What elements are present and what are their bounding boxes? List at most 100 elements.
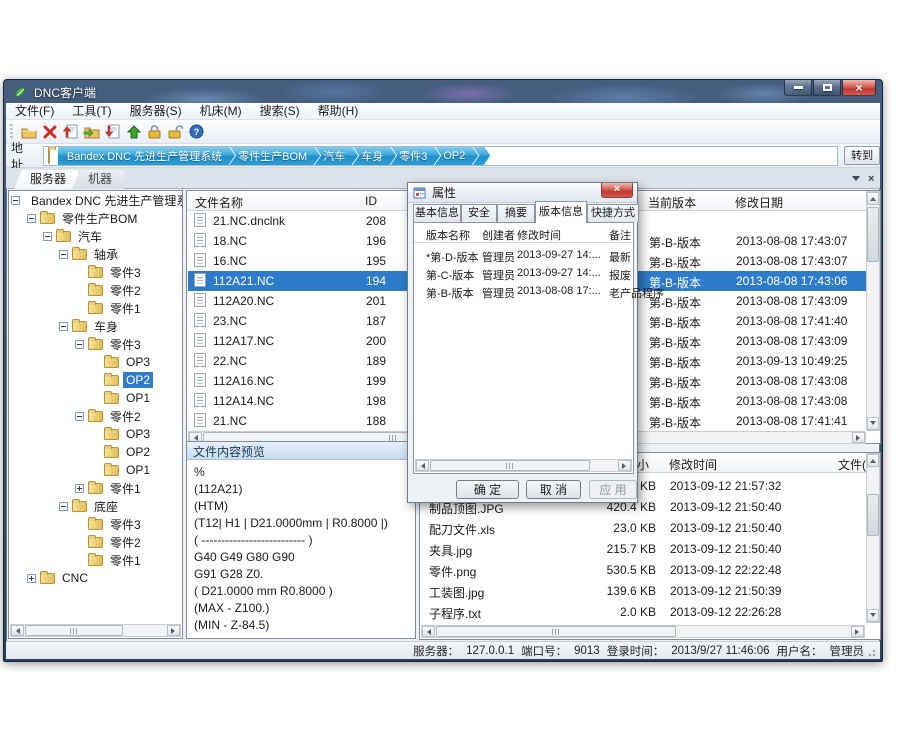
chevron-down-icon[interactable] [852,176,860,187]
dialog-hscrollbar[interactable] [415,459,632,472]
help-button[interactable]: ? [186,122,207,142]
tree-item[interactable]: OP3 [9,353,182,371]
menu-help[interactable]: 帮助(H) [309,103,368,120]
breadcrumb-op2[interactable]: OP2 [434,146,478,166]
breadcrumb-root[interactable]: Bandex DNC 先进生产管理系统 [58,146,235,166]
close-button[interactable]: × [842,80,876,96]
tab-server[interactable]: 服务器 [14,170,78,189]
breadcrumb-bom[interactable]: 零件生产BOM [229,146,320,166]
tree-item-base[interactable]: 底座 [9,497,182,515]
minimize-button[interactable] [784,80,812,96]
address-field[interactable]: Bandex DNC 先进生产管理系统 零件生产BOM 汽车 车身 零件3 OP… [43,146,838,166]
tree-item-bom[interactable]: 零件生产BOM [9,209,182,227]
tree-item-op2-selected[interactable]: OP2 [9,371,182,389]
tree-item[interactable]: OP3 [9,425,182,443]
scroll-left-icon[interactable] [11,625,24,636]
dialog-close-button[interactable]: × [601,183,633,198]
attachment-hscrollbar[interactable] [421,625,865,638]
scroll-right-icon[interactable] [852,432,865,443]
scroll-left-icon[interactable] [422,626,435,637]
scroll-down-icon[interactable] [867,609,879,622]
menu-file[interactable]: 文件(F) [6,103,63,120]
send-up-button[interactable] [123,122,144,142]
tree-item-carbody[interactable]: 车身 [9,317,182,335]
scroll-up-icon[interactable] [867,192,879,205]
upload-file-button[interactable] [60,122,81,142]
scroll-thumb[interactable] [436,626,676,637]
column-id[interactable]: ID [365,194,377,208]
tree-item[interactable]: 零件3 [9,263,182,281]
scroll-left-icon[interactable] [416,460,429,471]
attachment-row[interactable]: 夹具.jpg215.7 KB2013-09-12 21:50:40 [421,539,865,560]
tree-item-bearing[interactable]: 轴承 [9,245,182,263]
tabstrip-close-icon[interactable]: × [868,174,874,184]
tree-item[interactable]: 零件1 [9,479,182,497]
column-creator[interactable]: 创建者 [482,227,515,243]
attachment-row[interactable]: 零件.png530.5 KB2013-09-12 22:22:48 [421,560,865,581]
menu-tools[interactable]: 工具(T) [63,103,120,120]
tree-item[interactable]: OP2 [9,443,182,461]
menu-server[interactable]: 服务器(S) [121,103,191,120]
resize-grip[interactable] [868,647,878,657]
tree-item[interactable]: 零件2 [9,281,182,299]
column-modified-time[interactable]: 修改时间 [669,456,717,473]
lock-button[interactable] [144,122,165,142]
maximize-button[interactable] [813,80,841,96]
column-version-name[interactable]: 版本名称 [426,227,470,243]
file-icon [194,313,206,327]
scroll-down-icon[interactable] [867,417,879,430]
dialog-tab-basic[interactable]: 基本信息 [413,204,461,222]
column-file-name[interactable]: 文件名称 [195,194,243,211]
tree-item[interactable]: OP1 [9,461,182,479]
tree-item-car[interactable]: 汽车 [9,227,182,245]
scroll-thumb[interactable] [867,494,879,536]
apply-button[interactable]: 应 用 [589,480,637,499]
scroll-right-icon[interactable] [618,460,631,471]
tree-item[interactable]: OP1 [9,389,182,407]
attachment-vscrollbar[interactable] [866,453,880,623]
scroll-up-icon[interactable] [867,454,879,467]
folder-icon [104,375,119,386]
breadcrumb-part3[interactable]: 零件3 [390,146,440,166]
menu-search[interactable]: 搜索(S) [251,103,309,120]
dialog-tab-summary[interactable]: 摘要 [497,204,535,222]
tree-item-root[interactable]: Bandex DNC 先进生产管理系统 [9,191,182,209]
folder-icon [72,501,87,512]
scroll-thumb[interactable] [867,207,879,262]
tree-item[interactable]: 零件3 [9,515,182,533]
ok-button[interactable]: 确 定 [456,480,519,499]
attachment-row[interactable]: 工装图.jpg139.6 KB2013-09-12 21:50:39 [421,581,865,602]
scroll-right-icon[interactable] [851,626,864,637]
go-button[interactable]: 转到 [844,146,880,165]
column-modified-date[interactable]: 修改日期 [735,194,783,211]
unlock-button[interactable] [165,122,186,142]
dialog-tab-shortcut[interactable]: 快捷方式 [587,204,639,222]
column-current-version[interactable]: 当前版本 [648,194,696,211]
attachment-row[interactable]: 子程序.txt2.0 KB2013-09-12 22:26:28 [421,602,865,623]
breadcrumb-car[interactable]: 汽车 [314,146,358,166]
column-note[interactable]: 备注 [609,227,631,243]
tree-item[interactable]: 零件2 [9,407,182,425]
tree-item[interactable]: 零件1 [9,299,182,317]
dialog-tab-version[interactable]: 版本信息 [535,201,587,223]
tree-hscrollbar[interactable] [10,624,181,637]
tree-item[interactable]: 零件2 [9,533,182,551]
folder-icon [72,321,87,332]
attachment-row[interactable]: 配刀文件.xls23.0 KB2013-09-12 21:50:40 [421,518,865,539]
download-file-button[interactable] [102,122,123,142]
scroll-thumb[interactable] [430,460,590,471]
menu-machine[interactable]: 机床(M) [191,103,251,120]
scroll-thumb[interactable] [25,625,123,636]
dialog-tab-security[interactable]: 安全 [461,204,497,222]
checkin-folder-button[interactable] [81,122,102,142]
file-list-vscrollbar[interactable] [866,191,880,431]
breadcrumb-body[interactable]: 车身 [352,146,396,166]
scroll-right-icon[interactable] [167,625,180,636]
tree-item[interactable]: 零件1 [9,551,182,569]
tab-machine[interactable]: 机器 [72,170,124,189]
tree-item-cnc[interactable]: CNC [9,569,182,587]
column-modify-time[interactable]: 修改时间 [517,227,561,243]
cancel-button[interactable]: 取 消 [526,480,581,499]
nc-line: (T12| H1 | D21.0000mm | R0.8000 |) [194,516,388,530]
tree-item[interactable]: 零件3 [9,335,182,353]
